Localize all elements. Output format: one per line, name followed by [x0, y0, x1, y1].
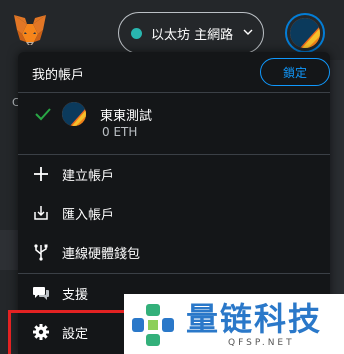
- chevron-down-icon: [243, 29, 253, 35]
- watermark: 量链科技 QFSP.NET: [124, 294, 344, 354]
- account-identicon: [290, 18, 320, 48]
- account-list-item[interactable]: 東東測試 0 ETH: [18, 93, 330, 145]
- plus-icon: [34, 167, 48, 181]
- checkmark-icon: [35, 108, 51, 121]
- watermark-logo-icon: [132, 304, 174, 346]
- lock-button[interactable]: 鎖定: [260, 58, 330, 86]
- background-panel: [0, 230, 18, 270]
- watermark-subtext: QFSP.NET: [228, 338, 295, 348]
- support-label: 支援: [62, 287, 89, 303]
- import-icon: [34, 206, 48, 220]
- create-account-label: 建立帳戶: [62, 168, 115, 184]
- metamask-popup: 以太坊 主網路 C 我的帳戶 鎖定 東東測試 0 ETH 建立帳戶 匯入帳戶 連…: [0, 0, 344, 354]
- support-chat-icon: [33, 287, 49, 300]
- account-avatar-button[interactable]: [285, 13, 325, 53]
- network-selector[interactable]: 以太坊 主網路: [118, 12, 264, 54]
- account-identicon: [62, 102, 86, 126]
- import-account-label: 匯入帳戶: [62, 207, 115, 223]
- connect-hardware-wallet-label: 連線硬體錢包: [62, 246, 141, 262]
- account-balance: 0 ETH: [102, 125, 138, 139]
- hardware-wallet-icon: [34, 244, 48, 261]
- account-menu-title: 我的帳戶: [32, 68, 85, 83]
- network-status-dot: [131, 27, 142, 39]
- settings-highlight-box: [8, 310, 128, 354]
- create-account-item[interactable]: 建立帳戶: [18, 155, 330, 193]
- account-name: 東東測試: [100, 109, 153, 124]
- network-label: 以太坊 主網路: [151, 27, 234, 43]
- connect-hardware-wallet-item[interactable]: 連線硬體錢包: [18, 233, 330, 271]
- account-menu-header: 我的帳戶 鎖定: [18, 52, 330, 92]
- import-account-item[interactable]: 匯入帳戶: [18, 194, 330, 232]
- watermark-text: 量链科技: [186, 300, 323, 338]
- metamask-fox-logo[interactable]: [12, 12, 48, 48]
